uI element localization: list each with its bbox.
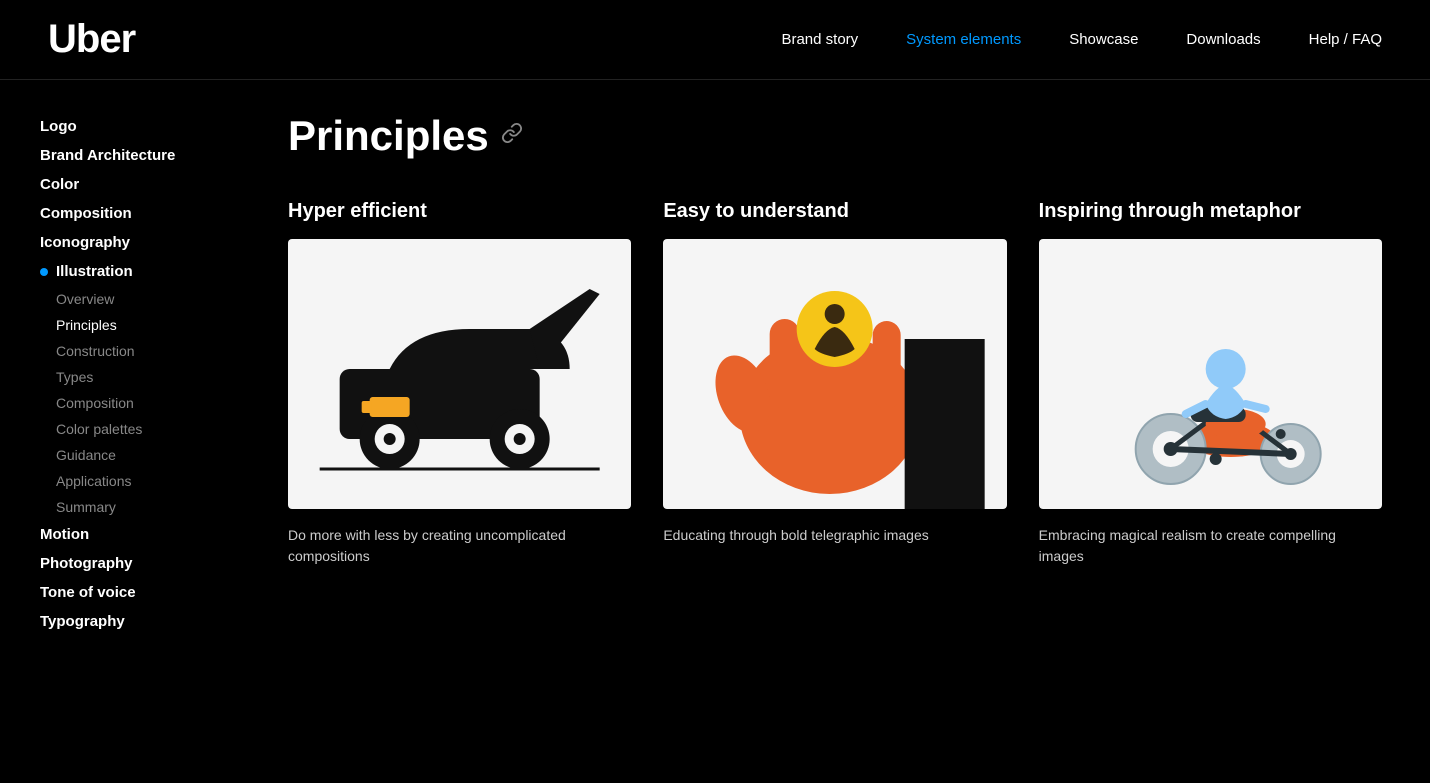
sidebar-sub-summary[interactable]: Summary bbox=[40, 494, 240, 520]
sidebar-sub-construction[interactable]: Construction bbox=[40, 338, 240, 364]
card-inspiring-metaphor: Inspiring through metaphor bbox=[1039, 200, 1382, 567]
sidebar-item-logo[interactable]: Logo bbox=[40, 112, 240, 141]
card-desc-0: Do more with less by creating uncomplica… bbox=[288, 525, 631, 567]
sidebar-item-brand-architecture[interactable]: Brand Architecture bbox=[40, 141, 240, 170]
nav-help-faq[interactable]: Help / FAQ bbox=[1309, 31, 1382, 48]
sidebar-item-typography[interactable]: Typography bbox=[40, 607, 240, 636]
nav-showcase[interactable]: Showcase bbox=[1069, 31, 1138, 48]
sidebar-item-illustration[interactable]: Illustration bbox=[40, 257, 240, 286]
main-content: Principles Hyper efficient bbox=[240, 80, 1430, 672]
card-title-0: Hyper efficient bbox=[288, 200, 631, 223]
sidebar-sub-guidance[interactable]: Guidance bbox=[40, 442, 240, 468]
nav-system-elements[interactable]: System elements bbox=[906, 31, 1021, 48]
page-title: Principles bbox=[288, 112, 489, 160]
sidebar-item-photography[interactable]: Photography bbox=[40, 549, 240, 578]
sidebar-sub-principles[interactable]: Principles bbox=[40, 312, 240, 338]
card-image-2 bbox=[1039, 239, 1382, 509]
nav-downloads[interactable]: Downloads bbox=[1186, 31, 1260, 48]
sidebar-item-composition[interactable]: Composition bbox=[40, 199, 240, 228]
sidebar-sub-color-palettes[interactable]: Color palettes bbox=[40, 416, 240, 442]
sidebar-sub-applications[interactable]: Applications bbox=[40, 468, 240, 494]
active-indicator bbox=[40, 268, 48, 276]
uber-logo: Uber bbox=[48, 17, 135, 62]
sidebar-sub-types[interactable]: Types bbox=[40, 364, 240, 390]
card-hyper-efficient: Hyper efficient bbox=[288, 200, 631, 567]
page-title-row: Principles bbox=[288, 112, 1382, 160]
cards-grid: Hyper efficient bbox=[288, 200, 1382, 567]
card-title-1: Easy to understand bbox=[663, 200, 1006, 223]
card-image-1 bbox=[663, 239, 1006, 509]
link-icon[interactable] bbox=[501, 122, 523, 150]
nav-brand-story[interactable]: Brand story bbox=[781, 31, 858, 48]
sidebar-item-color[interactable]: Color bbox=[40, 170, 240, 199]
sidebar-item-iconography[interactable]: Iconography bbox=[40, 228, 240, 257]
main-nav: Brand story System elements Showcase Dow… bbox=[781, 31, 1382, 48]
card-image-0 bbox=[288, 239, 631, 509]
sidebar: Logo Brand Architecture Color Compositio… bbox=[0, 80, 240, 672]
sidebar-sub-overview[interactable]: Overview bbox=[40, 286, 240, 312]
card-desc-2: Embracing magical realism to create comp… bbox=[1039, 525, 1382, 567]
card-desc-1: Educating through bold telegraphic image… bbox=[663, 525, 1006, 546]
sidebar-item-motion[interactable]: Motion bbox=[40, 520, 240, 549]
sidebar-sub-composition[interactable]: Composition bbox=[40, 390, 240, 416]
card-easy-understand: Easy to understand bbox=[663, 200, 1006, 567]
card-title-2: Inspiring through metaphor bbox=[1039, 200, 1382, 223]
sidebar-item-tone-of-voice[interactable]: Tone of voice bbox=[40, 578, 240, 607]
